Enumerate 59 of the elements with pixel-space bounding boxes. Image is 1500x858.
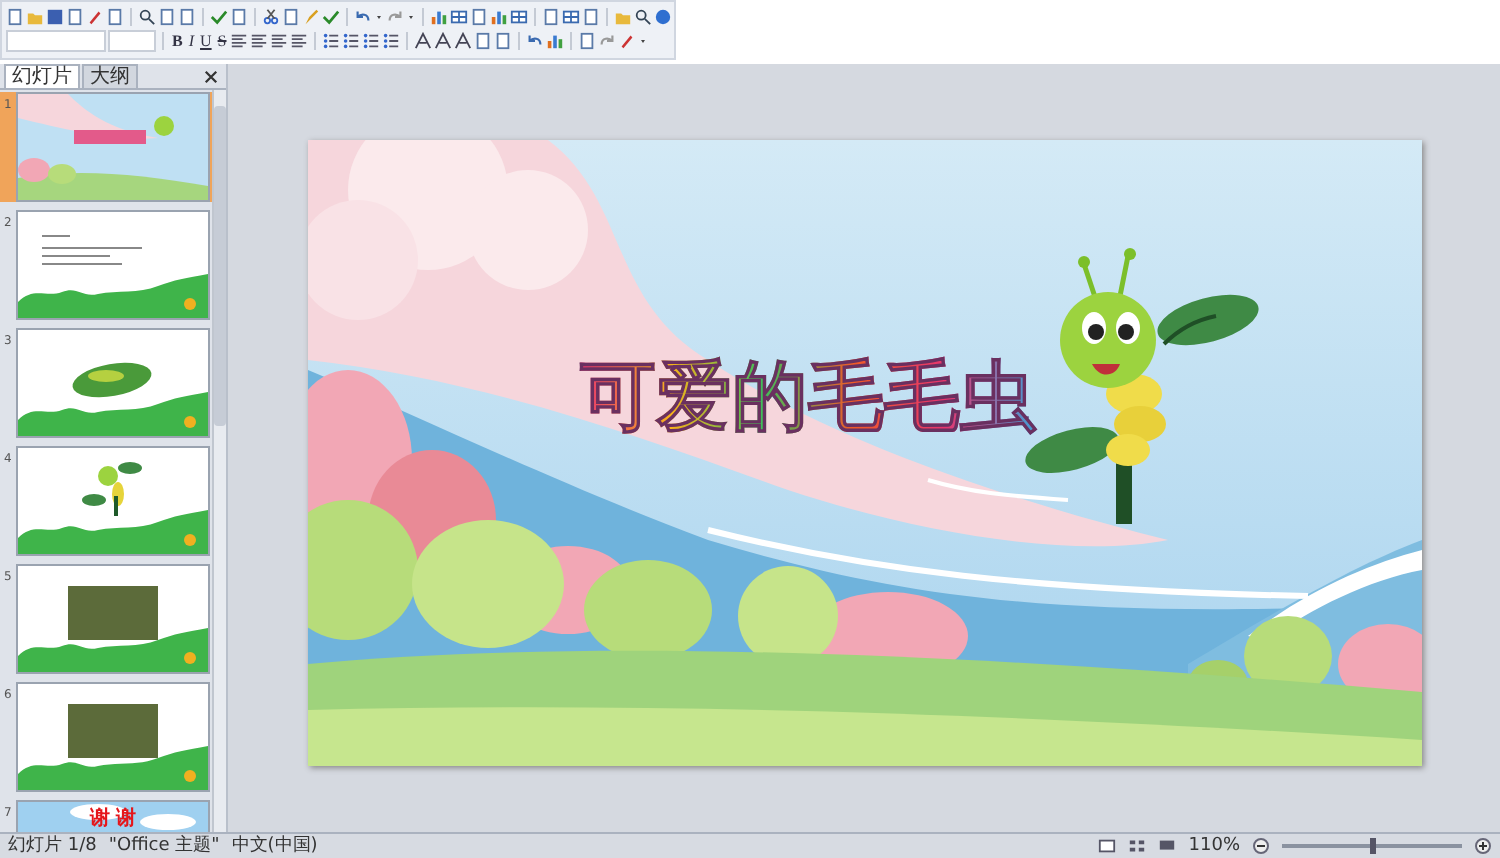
zoom-level: 110% bbox=[1188, 835, 1240, 857]
slide-thumbnail[interactable] bbox=[18, 448, 208, 554]
list-icon[interactable] bbox=[342, 32, 361, 50]
letter-icon[interactable] bbox=[414, 32, 433, 50]
format-button[interactable]: S bbox=[215, 31, 229, 51]
page-icon[interactable] bbox=[282, 8, 300, 26]
redo-icon[interactable] bbox=[598, 32, 617, 50]
align-icon[interactable] bbox=[270, 32, 289, 50]
slide-thumbnail[interactable] bbox=[18, 212, 208, 318]
panel-tab[interactable]: 幻灯片 bbox=[4, 64, 80, 88]
list-icon[interactable] bbox=[362, 32, 381, 50]
bar-chart-icon[interactable] bbox=[490, 8, 508, 26]
slideshow-icon[interactable] bbox=[1158, 838, 1177, 854]
letter-icon[interactable] bbox=[454, 32, 473, 50]
panel-tab[interactable]: 大纲 bbox=[82, 64, 138, 88]
pen-icon[interactable] bbox=[618, 32, 637, 50]
theme-name: "Office 主题" bbox=[108, 835, 220, 857]
bar-chart-icon[interactable] bbox=[430, 8, 448, 26]
page-icon[interactable] bbox=[230, 8, 248, 26]
table-icon[interactable] bbox=[562, 8, 580, 26]
scrollbar[interactable] bbox=[212, 90, 226, 832]
close-icon[interactable] bbox=[204, 69, 218, 83]
undo-icon[interactable] bbox=[526, 32, 545, 50]
slide-thumbnail[interactable]: 谢 谢 bbox=[18, 802, 208, 832]
redo-icon[interactable] bbox=[386, 8, 404, 26]
save-icon[interactable] bbox=[46, 8, 64, 26]
align-icon[interactable] bbox=[230, 32, 249, 50]
language: 中文(中国) bbox=[231, 835, 318, 857]
page-icon[interactable] bbox=[106, 8, 124, 26]
format-button[interactable]: I bbox=[186, 31, 197, 51]
slide-count: 幻灯片 1/8 bbox=[8, 835, 97, 857]
page-icon[interactable] bbox=[66, 8, 84, 26]
zoom-in-icon[interactable] bbox=[1474, 838, 1492, 854]
check-icon[interactable] bbox=[322, 8, 340, 26]
letter-icon[interactable] bbox=[434, 32, 453, 50]
align-icon[interactable] bbox=[250, 32, 269, 50]
scissors-icon[interactable] bbox=[262, 8, 280, 26]
list-icon[interactable] bbox=[322, 32, 341, 50]
list-icon[interactable] bbox=[382, 32, 401, 50]
zoom-out-icon[interactable] bbox=[1252, 838, 1270, 854]
slide-thumbnail[interactable] bbox=[18, 330, 208, 436]
slide-thumbnail[interactable] bbox=[18, 684, 208, 790]
bar-chart-icon[interactable] bbox=[546, 32, 565, 50]
table-icon[interactable] bbox=[450, 8, 468, 26]
undo-icon[interactable] bbox=[354, 8, 372, 26]
sorter-view-icon[interactable] bbox=[1128, 838, 1147, 854]
align-icon[interactable] bbox=[290, 32, 309, 50]
check-icon[interactable] bbox=[210, 8, 228, 26]
format-button[interactable]: U bbox=[198, 31, 214, 51]
thanks-text: 谢 谢 bbox=[89, 808, 137, 830]
format-button[interactable]: B bbox=[170, 31, 185, 51]
page-icon[interactable] bbox=[6, 8, 24, 26]
search-icon[interactable] bbox=[138, 8, 156, 26]
search-icon[interactable] bbox=[634, 8, 652, 26]
table-icon[interactable] bbox=[510, 8, 528, 26]
slide-thumbnail[interactable] bbox=[18, 94, 208, 200]
pen-icon[interactable] bbox=[86, 8, 104, 26]
slide-thumbnail[interactable] bbox=[18, 566, 208, 672]
normal-view-icon[interactable] bbox=[1098, 838, 1117, 854]
